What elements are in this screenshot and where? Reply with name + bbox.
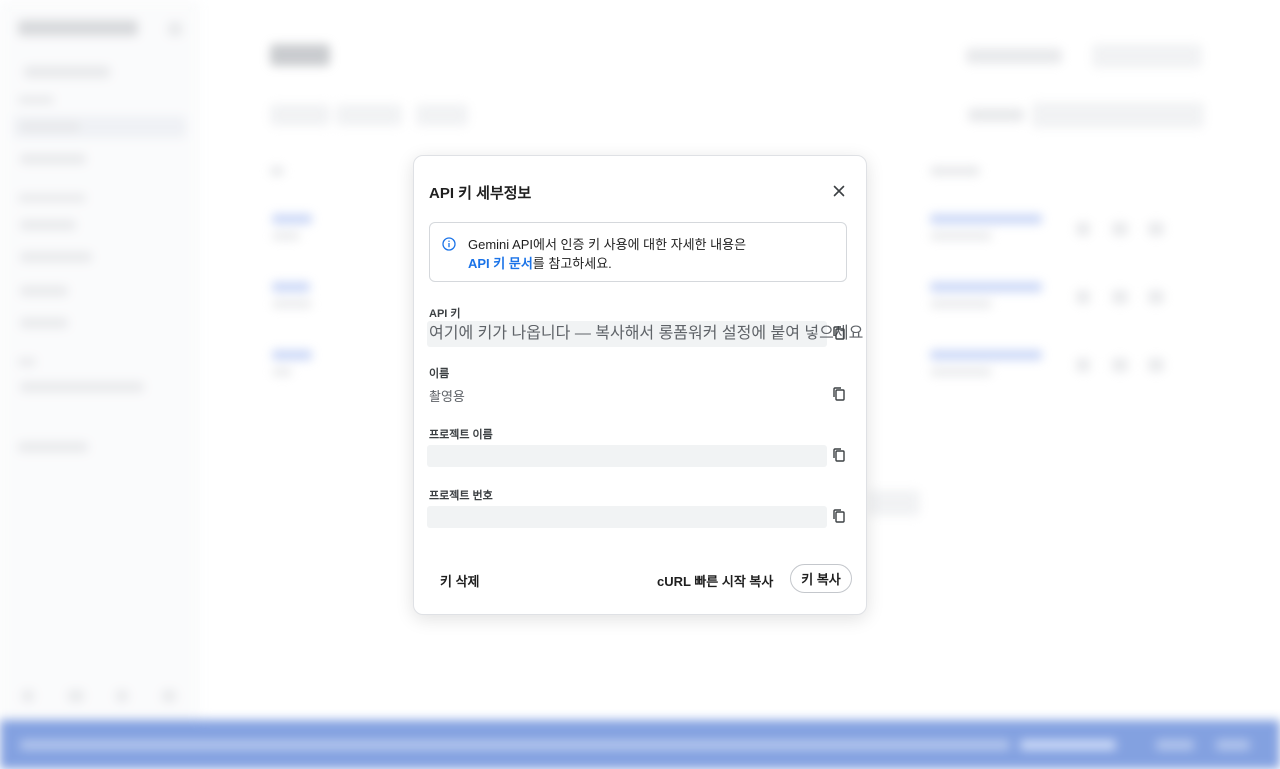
project-name-label: 프로젝트 이름 (429, 429, 493, 441)
copy-icon (833, 448, 845, 462)
copy-icon (833, 509, 845, 523)
copy-api-key-button[interactable] (831, 325, 847, 341)
copy-icon (833, 387, 845, 401)
copy-curl-quickstart-button[interactable]: cURL 빠른 시작 복사 (657, 571, 773, 590)
copy-icon (833, 326, 845, 340)
copy-key-button[interactable]: 키 복사 (790, 564, 852, 593)
name-label: 이름 (429, 368, 450, 380)
dialog-title: API 키 세부정보 (429, 185, 532, 202)
info-text: Gemini API에서 인증 키 사용에 대한 자세한 내용은 API 키 문… (468, 235, 746, 273)
info-notice: Gemini API에서 인증 키 사용에 대한 자세한 내용은 API 키 문… (429, 222, 847, 282)
api-key-docs-link[interactable]: API 키 문서 (468, 256, 533, 271)
close-button[interactable] (830, 182, 848, 200)
delete-key-button[interactable]: 키 삭제 (440, 571, 480, 590)
project-name-value (427, 445, 827, 467)
project-number-label: 프로젝트 번호 (429, 490, 493, 502)
close-icon (833, 185, 845, 197)
info-text-suffix: 를 참고하세요. (532, 256, 612, 271)
project-number-value (427, 506, 827, 528)
copy-name-button[interactable] (831, 386, 847, 402)
copy-project-name-button[interactable] (831, 447, 847, 463)
name-value: 촬영용 (429, 389, 465, 404)
api-key-details-dialog: API 키 세부정보 Gemini API에서 인증 키 사용에 대한 자세한 … (413, 155, 867, 615)
info-icon (442, 237, 456, 251)
background-footer-bar (0, 720, 1280, 769)
background-sidebar (0, 0, 200, 720)
copy-project-number-button[interactable] (831, 508, 847, 524)
info-text-line1: Gemini API에서 인증 키 사용에 대한 자세한 내용은 (468, 237, 747, 252)
api-key-label: API 키 (429, 308, 461, 320)
api-key-value: 여기에 키가 나옵니다 — 복사해서 롱폼워커 설정에 붙여 넣으세요 (427, 321, 863, 347)
